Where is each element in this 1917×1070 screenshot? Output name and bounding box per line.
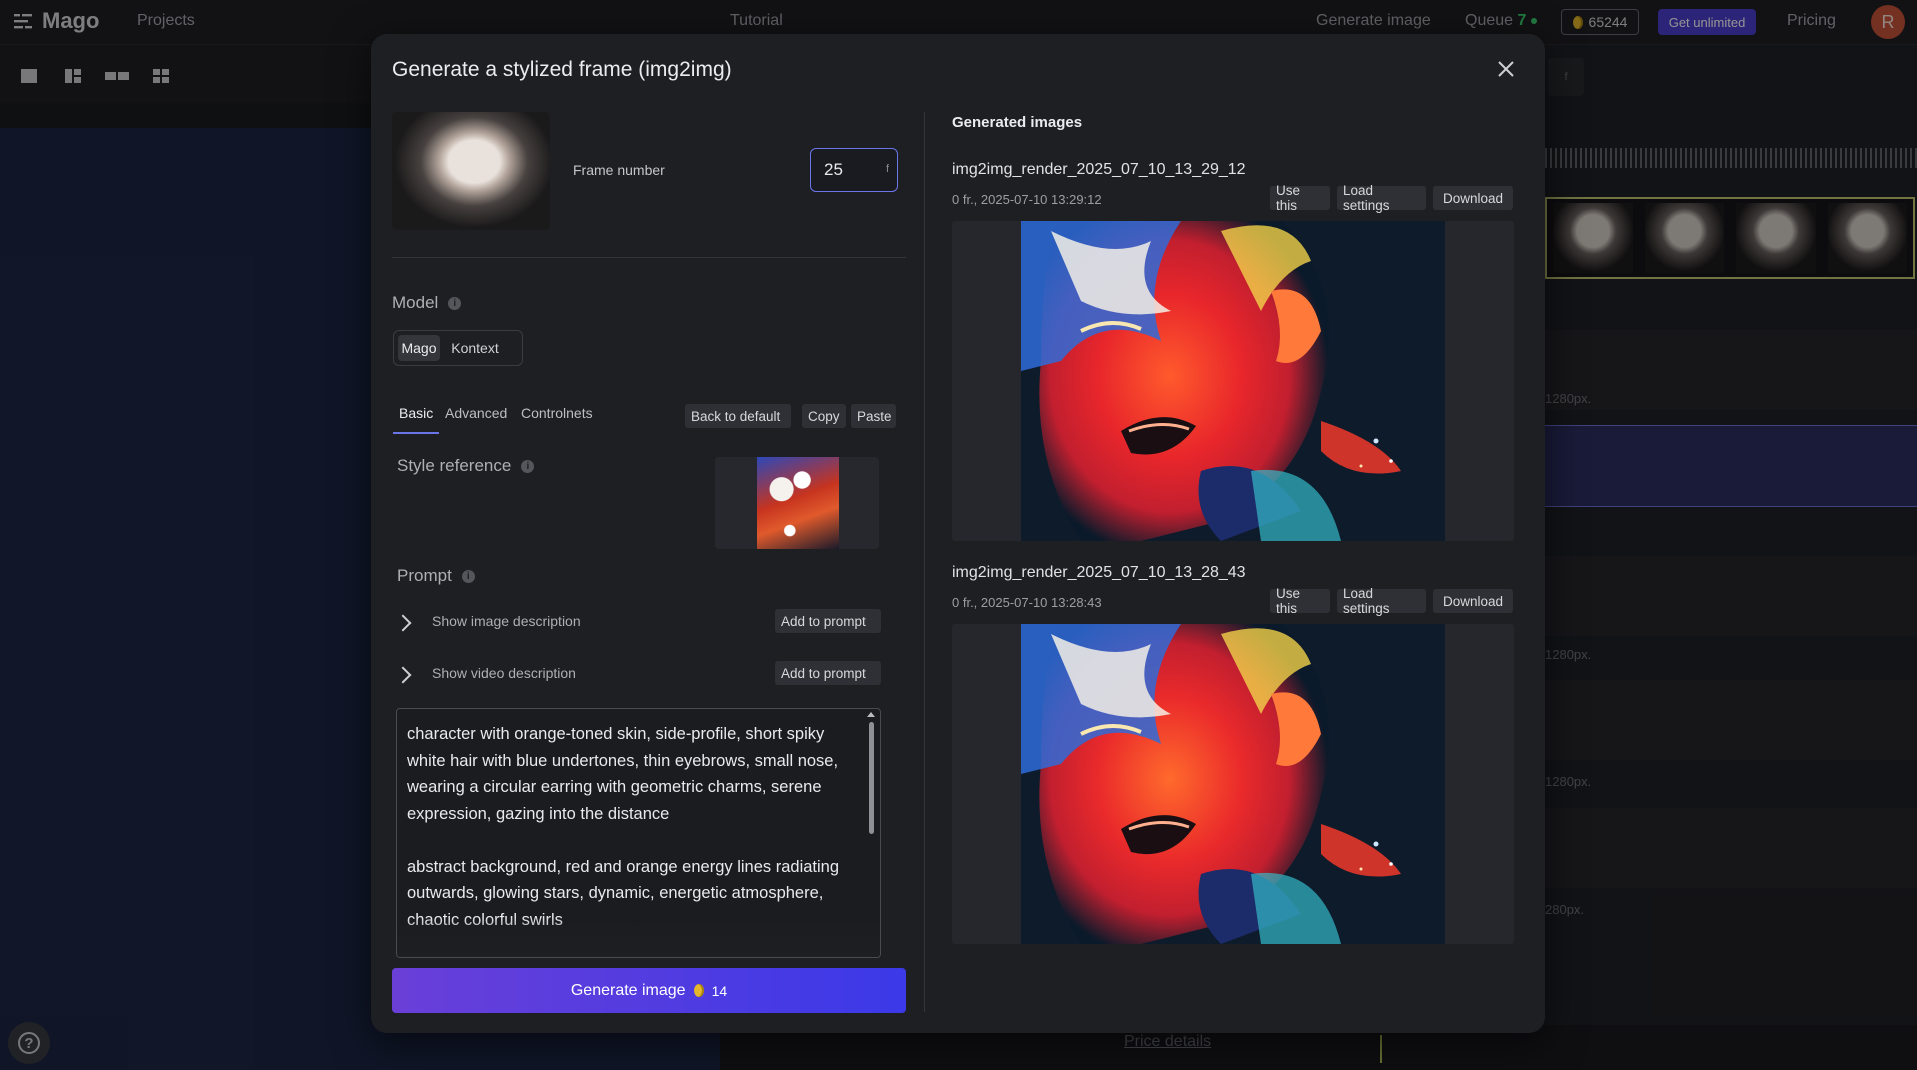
frame-number-input[interactable]: 25 f — [810, 148, 898, 192]
add-image-description-button[interactable]: Add to prompt — [775, 609, 881, 633]
coin-icon — [693, 984, 704, 997]
show-image-description[interactable]: Show image description — [432, 613, 581, 629]
generate-image-button[interactable]: Generate image 14 — [392, 968, 906, 1013]
download-button[interactable]: Download — [1433, 589, 1513, 613]
generated-image-frame[interactable] — [952, 624, 1514, 944]
render-title: img2img_render_2025_07_10_13_29_12 — [952, 161, 1246, 178]
chevron-right-icon[interactable] — [394, 666, 412, 684]
generated-images-heading: Generated images — [952, 114, 1083, 131]
generated-image — [1021, 624, 1445, 944]
render-meta: 0 fr., 2025-07-10 13:29:12 — [952, 192, 1102, 207]
prompt-fade — [397, 917, 880, 957]
section-divider — [392, 257, 906, 258]
tab-basic[interactable]: Basic — [399, 405, 433, 421]
render-title: img2img_render_2025_07_10_13_28_43 — [952, 564, 1246, 581]
img2img-modal: Generate a stylized frame (img2img) Fram… — [371, 34, 1545, 1033]
generated-image-frame[interactable] — [952, 221, 1514, 541]
copy-button[interactable]: Copy — [802, 404, 846, 428]
frame-number-label: Frame number — [573, 162, 665, 178]
model-option-kontext[interactable]: Kontext — [446, 335, 504, 361]
info-icon[interactable]: i — [461, 569, 475, 583]
modal-title: Generate a stylized frame (img2img) — [392, 58, 732, 81]
prompt-label-text: Prompt — [397, 566, 452, 585]
download-button[interactable]: Download — [1433, 186, 1513, 210]
tab-advanced[interactable]: Advanced — [445, 405, 507, 421]
source-frame-thumbnail — [392, 112, 550, 230]
prompt-scrollbar[interactable] — [869, 722, 874, 834]
info-icon[interactable]: i — [521, 459, 535, 473]
prompt-textarea[interactable]: character with orange-toned skin, side-p… — [396, 708, 881, 958]
generated-image — [1021, 221, 1445, 541]
frame-unit: f — [885, 163, 889, 175]
style-reference-image[interactable] — [757, 457, 839, 549]
close-icon[interactable] — [1495, 58, 1517, 80]
back-to-default-button[interactable]: Back to default — [685, 404, 791, 428]
show-video-description[interactable]: Show video description — [432, 665, 576, 681]
load-settings-button[interactable]: Load settings — [1337, 183, 1426, 213]
paste-button[interactable]: Paste — [851, 404, 896, 428]
generate-cost: 14 — [711, 982, 728, 999]
active-tab-indicator — [393, 432, 439, 434]
style-reference-text: Style reference — [397, 456, 512, 475]
column-divider — [924, 112, 925, 1012]
chevron-right-icon[interactable] — [394, 614, 412, 632]
tab-controlnets[interactable]: Controlnets — [521, 405, 593, 421]
style-reference-label: Style reference i — [397, 456, 535, 476]
model-selector: Mago Kontext — [393, 330, 523, 366]
info-icon[interactable]: i — [448, 296, 462, 310]
use-this-button[interactable]: Use this — [1270, 183, 1330, 213]
model-option-mago[interactable]: Mago — [398, 335, 440, 361]
prompt-label: Prompt i — [397, 566, 475, 586]
add-video-description-button[interactable]: Add to prompt — [775, 661, 881, 685]
frame-number-value: 25 — [824, 160, 843, 179]
render-meta: 0 fr., 2025-07-10 13:28:43 — [952, 595, 1102, 610]
use-this-button[interactable]: Use this — [1270, 586, 1330, 616]
load-settings-button[interactable]: Load settings — [1337, 586, 1426, 616]
generate-label: Generate image — [570, 981, 686, 999]
model-label-text: Model — [392, 293, 439, 312]
model-label: Model i — [392, 293, 462, 313]
scroll-up-arrow[interactable] — [867, 712, 875, 717]
